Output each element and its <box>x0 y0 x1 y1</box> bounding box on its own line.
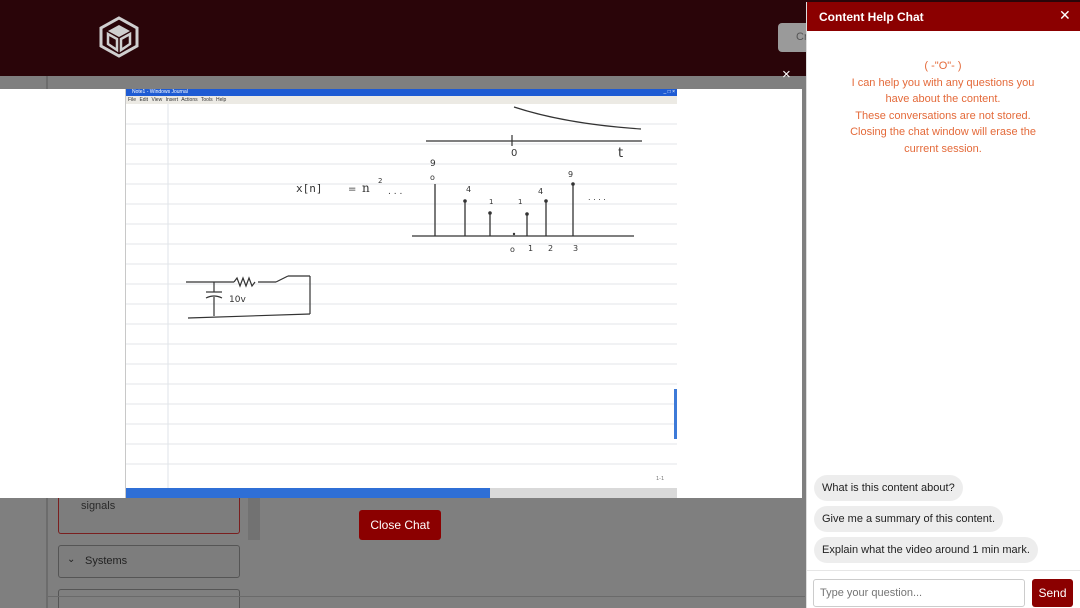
suggestion-chip[interactable]: What is this content about? <box>814 475 963 501</box>
stem-trailing-dots: . . . . <box>588 193 606 202</box>
stem-label-1-right: 1 <box>518 198 522 206</box>
close-icon[interactable]: ✕ <box>1059 8 1071 24</box>
stem-plot <box>412 184 634 237</box>
chat-intro-line1: I can help you with any questions you ha… <box>851 76 1035 106</box>
equation-lhs: x[n] <box>296 182 323 195</box>
chevron-down-icon: ⌄ <box>67 554 76 565</box>
journal-page: 0 t x[n] = n 2 . . . 9 o 4 1 1 4 9 . . .… <box>126 104 677 488</box>
axis-tick-2: 2 <box>548 244 553 253</box>
video-player[interactable]: Note1 - Windows Journal _ □ × File Edit … <box>0 89 802 498</box>
sidebar-scrollbar[interactable] <box>248 496 260 540</box>
stem-label-1-left: 1 <box>489 198 493 206</box>
cube-logo-icon <box>99 16 139 58</box>
chat-panel: Content Help Chat ✕ ( -"O"- ) I can help… <box>806 2 1080 608</box>
video-progress-track[interactable] <box>126 488 677 498</box>
chat-input-area: Send <box>807 570 1080 608</box>
section-accordion[interactable]: ⌄ Systems <box>58 545 240 578</box>
chat-title: Content Help Chat <box>819 10 924 24</box>
voltage-label: 10v <box>229 295 246 305</box>
section-label: Systems <box>85 555 128 567</box>
journal-menu-bar: File Edit View Insert Actions Tools Help <box>126 96 677 104</box>
close-icon[interactable]: × <box>782 66 791 83</box>
window-controls: _ □ × <box>663 89 676 95</box>
stem-label-4-left: 4 <box>466 185 471 194</box>
module-item-label: signals <box>81 500 116 512</box>
journal-window-title: Note1 - Windows Journal <box>132 89 188 95</box>
ruled-lines <box>126 123 677 465</box>
video-frame: Note1 - Windows Journal _ □ × File Edit … <box>125 89 677 498</box>
suggestion-chip[interactable]: Give me a summary of this content. <box>814 506 1004 532</box>
close-chat-button[interactable]: Close Chat <box>359 510 441 540</box>
journal-title-bar: Note1 - Windows Journal _ □ × <box>126 89 677 96</box>
top-axis-zero: 0 <box>511 148 517 159</box>
equation-eq: = <box>348 184 356 195</box>
rc-circuit <box>186 275 311 319</box>
stem-label-9-top: 9 <box>430 159 436 169</box>
section-accordion-next[interactable] <box>58 589 240 608</box>
decay-plot <box>426 106 642 146</box>
chat-emoticon: ( -"O"- ) <box>924 60 962 72</box>
chat-question-input[interactable] <box>813 579 1025 607</box>
stem-zero-label: o <box>430 173 435 182</box>
suggestion-chip[interactable]: Explain what the video around 1 min mark… <box>814 537 1038 563</box>
equation-dots: . . . <box>388 187 402 197</box>
equation-rhs: n <box>362 181 370 195</box>
chat-header: Content Help Chat ✕ <box>807 2 1080 31</box>
stem-label-9-right: 9 <box>568 170 573 179</box>
equation-exponent: 2 <box>378 177 382 185</box>
video-progress-fill <box>126 488 490 498</box>
page-number: 1-1 <box>656 476 664 482</box>
send-button[interactable]: Send <box>1032 579 1073 607</box>
divider <box>48 596 805 597</box>
journal-scrollbar[interactable] <box>674 389 677 439</box>
axis-tick-3: 3 <box>573 244 578 253</box>
stem-label-4-right: 4 <box>538 187 543 196</box>
chat-intro-line2: These conversations are not stored. Clos… <box>850 109 1036 155</box>
axis-tick-1: 1 <box>528 244 533 253</box>
axis-tick-0: o <box>510 245 515 254</box>
chat-intro-message: ( -"O"- ) I can help you with any questi… <box>843 58 1043 157</box>
stem-markers <box>463 182 575 236</box>
top-axis-t: t <box>618 146 623 161</box>
module-item-card[interactable]: signals <box>58 496 240 534</box>
